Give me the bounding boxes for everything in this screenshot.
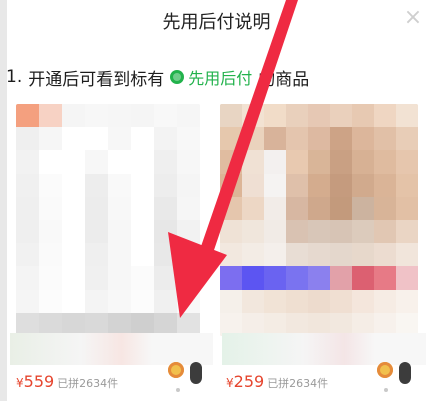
product-card-1-image[interactable] (16, 104, 200, 336)
product-card-2-footer (222, 333, 426, 365)
product-card-1-sold: 已拼2634件 (57, 377, 119, 390)
step-1-row: 1. 开通后可看到标有 先用后付 的商品 (6, 65, 310, 90)
modal-title: 先用后付说明 (162, 12, 271, 33)
product-card-1-icon-a (168, 362, 184, 378)
product-card-1-price-row: ¥559 已拼2634件 (16, 372, 118, 391)
product-card-1-icons (168, 362, 202, 384)
close-icon[interactable]: × (403, 7, 423, 29)
product-card-1-price-value: 559 (23, 372, 55, 391)
product-card-1-footer (10, 333, 213, 365)
product-card-2-icon-a (377, 362, 393, 378)
product-card-2-image[interactable] (220, 104, 418, 336)
pay-later-badge-icon (170, 70, 185, 84)
product-card-1-icon-b (190, 362, 202, 384)
product-card-2-sold: 已拼2634件 (267, 377, 329, 390)
product-card-2-dot (384, 388, 388, 392)
product-card-2-currency: ¥ (226, 376, 234, 390)
background-page-edge (0, 0, 7, 401)
step-text-after: 的商品 (258, 69, 310, 90)
step-text-before: 开通后可看到标有 (28, 69, 165, 90)
product-card-1-mosaic (16, 104, 200, 336)
step-number: 1. (6, 67, 23, 87)
product-card-1-dot (176, 388, 180, 392)
product-card-2-mosaic (220, 104, 418, 336)
product-card-1-currency: ¥ (16, 376, 24, 390)
product-card-2-price: ¥259 (226, 372, 264, 391)
product-card-2-icon-b (399, 362, 411, 384)
pay-later-badge-label: 先用后付 (188, 69, 253, 88)
product-card-2-icons (377, 362, 411, 384)
product-card-2-price-value: 259 (233, 372, 265, 391)
product-card-1-price: ¥559 (16, 372, 54, 391)
product-card-2-price-row: ¥259 已拼2634件 (226, 372, 328, 391)
pay-later-badge: 先用后付 (170, 65, 252, 89)
